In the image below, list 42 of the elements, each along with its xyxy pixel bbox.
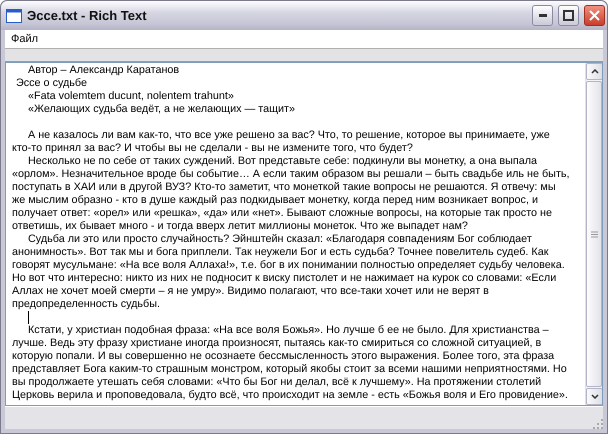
scrollbar[interactable] bbox=[585, 63, 602, 405]
text-line: говорят мусульмане: «На все воля Аллаха!», т.е. бог в их понимании полностью определяет судьбу человека. bbox=[12, 259, 565, 271]
window-icon bbox=[6, 8, 22, 22]
text-line: Но вот что интересно: никто из них не подносит к виску пистолет и не нажимает на курок со словами: «Если bbox=[12, 272, 556, 284]
minimize-icon bbox=[538, 14, 546, 17]
text-line: вы продолжаете утешать себя словами: «Что бы Бог ни делал, всё к лучшему». На протяжении столетий bbox=[12, 376, 542, 388]
text-line: Церковь верила и проповедовала, будто всё, что происходит на земле - есть «Божья воля и Его провидение». bbox=[12, 389, 568, 401]
text-line: «орлом». Незначительное вроде бы событие… А если таким образом вы решали – быть свадьбе иль не быть, bbox=[12, 168, 570, 180]
resize-grip-icon[interactable] bbox=[592, 418, 603, 429]
text-line: Кстати, у христиан подобная фраза: «На все воля Божья». Но лучше б ее не было. Для христианства – bbox=[28, 324, 549, 336]
scroll-up-button[interactable] bbox=[586, 63, 602, 80]
close-icon bbox=[589, 10, 600, 21]
text-line: ответишь, их бывает много - и тогда вверх летит миллионы монеток. Что же выпадет нам? bbox=[12, 220, 468, 232]
down-chevron-icon bbox=[590, 394, 598, 399]
minimize-button[interactable] bbox=[532, 5, 553, 26]
maximize-button[interactable] bbox=[558, 5, 579, 26]
menu-item[interactable]: Файл bbox=[5, 30, 44, 48]
text-line: Автор – Александр Каратанов bbox=[28, 64, 180, 76]
maximize-icon bbox=[563, 10, 574, 21]
grip-icon bbox=[590, 230, 598, 238]
text-line: Аллах не хочет моей смерти – я не умру». Видимо полагают, что все-таки хочет или не верят в bbox=[12, 285, 489, 297]
text-line: представляет Бога каким-то страшным монстром, который якобы стоит за всеми нашими неприятностями. Но bbox=[12, 363, 567, 375]
text-line: «Желающих судьба ведёт, а не желающих — тащит» bbox=[28, 103, 295, 115]
close-button[interactable] bbox=[584, 5, 605, 26]
text-line: получает ответ: «орел» или «решка», «да» или «нет». Бывают сложные вопросы, на которые так просто не bbox=[12, 207, 552, 219]
text-line: поступать в ХАИ или в другой ВУЗ? Кто-то заметит, что монеткой такие вопросы не решаются. Я отвечу: мы bbox=[12, 181, 556, 193]
text-line: анонимность». Вот так мы и бога приплели. Так неужели Бог и есть судьба? Точнее повелитель судеб. Как bbox=[12, 246, 548, 258]
scroll-down-button[interactable] bbox=[586, 388, 602, 405]
text-line: Несколько не по себе от таких суждений. Вот представьте себе: подкинули вы монетку, а она выпала bbox=[28, 155, 538, 167]
text-cursor bbox=[28, 311, 29, 324]
text-line: Судьба ли это или просто случайность? Эйнштейн сказал: «Благодаря совпадениям Бог соблюдает bbox=[28, 233, 532, 245]
window-title: Эссе.txt - Rich Text bbox=[27, 6, 148, 25]
scroll-thumb[interactable] bbox=[586, 81, 602, 387]
text-line: которую попали. И вы совершенно не осознаете бессмысленность этого выражения. Более того, эта фраза bbox=[12, 350, 554, 362]
text-line: лучше. Ведь эту фразу христиане иногда произносят, пытаясь как-то смириться со сложной ситуацией, в bbox=[12, 337, 542, 349]
text-line: кто-то принял за вас? И чтобы вы не сделали - вы не измените того, что будет? bbox=[12, 142, 413, 154]
text-line: же мыслим образно - кто в душе каждый раз подкидывает монетку, когда перед ним возникает вопрос, и bbox=[12, 194, 538, 206]
text-line: предопределенность судьбы. bbox=[12, 298, 160, 310]
text-line: Эссе о судьбе bbox=[16, 77, 87, 89]
text-line: «Fata volemtem ducunt, nolentem trahunt» bbox=[28, 90, 234, 102]
text-line: А не казалось ли вам как-то, что все уже решено за вас? Что, то решение, которое вы принимаете, уже bbox=[28, 129, 550, 141]
up-chevron-icon bbox=[590, 69, 598, 74]
